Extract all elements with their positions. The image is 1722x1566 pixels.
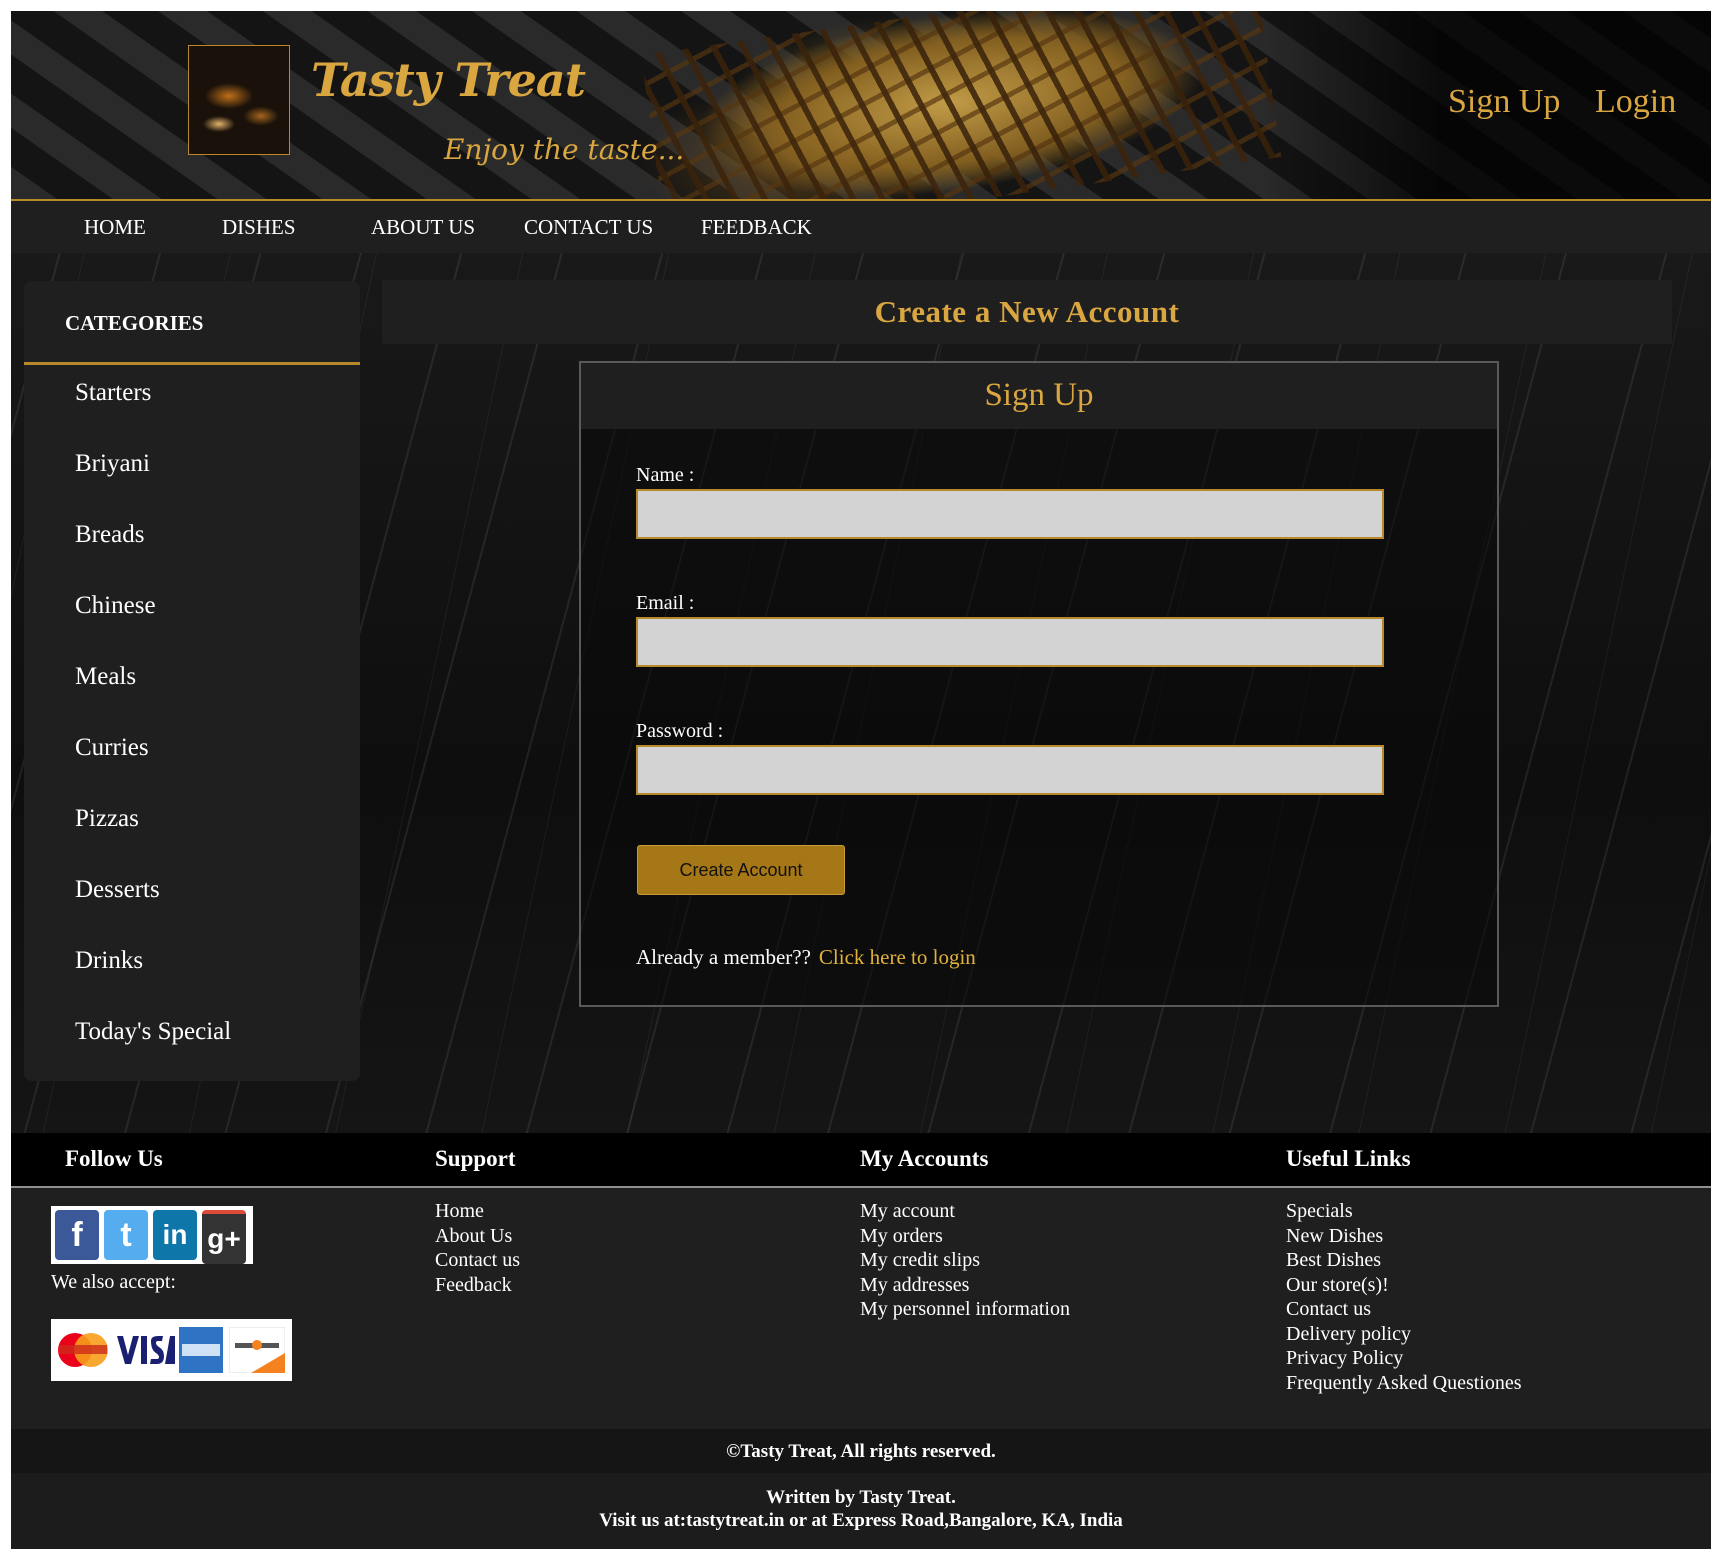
footer-link-my-personnel-information[interactable]: My personnel information — [860, 1297, 1070, 1322]
footer-link-my-orders[interactable]: My orders — [860, 1224, 1070, 1249]
useful-links-heading: Useful Links — [1286, 1146, 1411, 1171]
footer-link-contact-us-2[interactable]: Contact us — [1286, 1297, 1522, 1322]
footer-link-specials[interactable]: Specials — [1286, 1199, 1522, 1224]
main-area: CATEGORIES Starters Briyani Breads Chine… — [11, 253, 1711, 1133]
category-breads[interactable]: Breads — [75, 521, 144, 549]
name-label: Name : — [636, 464, 695, 486]
copyright-bar: ©Tasty Treat, All rights reserved. — [11, 1429, 1711, 1473]
nav-feedback[interactable]: FEEDBACK — [701, 215, 812, 240]
footer-link-home[interactable]: Home — [435, 1199, 520, 1224]
divider — [24, 362, 360, 365]
nav-about-us[interactable]: ABOUT US — [371, 215, 475, 240]
useful-links: Specials New Dishes Best Dishes Our stor… — [1286, 1199, 1522, 1395]
member-prompt: Already a member?? Click here to login — [636, 945, 976, 970]
follow-us-heading: Follow Us — [65, 1146, 163, 1171]
mastercard-icon — [58, 1333, 108, 1367]
tagline: Enjoy the taste... — [444, 133, 685, 166]
visa-icon — [117, 1336, 175, 1364]
logo-image[interactable] — [188, 45, 290, 155]
category-meals[interactable]: Meals — [75, 663, 136, 691]
create-account-button[interactable]: Create Account — [637, 845, 845, 895]
account-links: My account My orders My credit slips My … — [860, 1199, 1070, 1322]
password-label: Password : — [636, 720, 724, 742]
header-banner: Tasty Treat Enjoy the taste... Sign Up L… — [11, 11, 1711, 201]
nav-dishes[interactable]: DISHES — [222, 215, 296, 240]
category-drinks[interactable]: Drinks — [75, 947, 143, 975]
signup-form: Sign Up Name : Email : Password : Create… — [579, 361, 1499, 1007]
discover-icon — [229, 1327, 285, 1373]
support-heading: Support — [435, 1146, 516, 1171]
written-by-text: Written by Tasty Treat. — [766, 1487, 956, 1508]
visit-us-text: Visit us at:tastytreat.in or at Express … — [599, 1510, 1123, 1531]
footer-link-my-account[interactable]: My account — [860, 1199, 1070, 1224]
category-briyani[interactable]: Briyani — [75, 450, 150, 478]
bottom-info: Written by Tasty Treat. Visit us at:tast… — [11, 1473, 1711, 1549]
my-accounts-heading: My Accounts — [860, 1146, 989, 1171]
footer-link-delivery-policy[interactable]: Delivery policy — [1286, 1322, 1522, 1347]
category-todays-special[interactable]: Today's Special — [75, 1018, 231, 1046]
twitter-icon[interactable]: t — [104, 1210, 148, 1260]
we-accept-label: We also accept: — [51, 1271, 176, 1293]
footer-link-about-us[interactable]: About Us — [435, 1224, 520, 1249]
member-text: Already a member?? — [636, 945, 811, 969]
footer-link-privacy-policy[interactable]: Privacy Policy — [1286, 1346, 1522, 1371]
google-plus-icon[interactable]: g+ — [202, 1210, 246, 1264]
footer-link-my-credit-slips[interactable]: My credit slips — [860, 1248, 1070, 1273]
categories-heading: CATEGORIES — [65, 311, 204, 335]
login-here-link[interactable]: Click here to login — [819, 945, 976, 969]
footer-link-my-addresses[interactable]: My addresses — [860, 1273, 1070, 1298]
linkedin-icon[interactable]: in — [153, 1210, 197, 1260]
login-link[interactable]: Login — [1595, 83, 1676, 121]
category-curries[interactable]: Curries — [75, 734, 149, 762]
nav-home[interactable]: HOME — [84, 215, 146, 240]
amex-icon — [179, 1327, 223, 1373]
form-title: Sign Up — [984, 377, 1094, 413]
form-header: Sign Up — [581, 363, 1497, 429]
nav-contact-us[interactable]: CONTACT US — [524, 215, 653, 240]
category-desserts[interactable]: Desserts — [75, 876, 160, 904]
footer-link-feedback[interactable]: Feedback — [435, 1273, 520, 1298]
footer-link-faq[interactable]: Frequently Asked Questiones — [1286, 1371, 1522, 1396]
copyright-text: ©Tasty Treat, All rights reserved. — [726, 1441, 996, 1462]
email-label: Email : — [636, 592, 695, 614]
password-input[interactable] — [636, 745, 1384, 795]
footer-link-our-stores[interactable]: Our store(s)! — [1286, 1273, 1522, 1298]
categories-sidebar: CATEGORIES Starters Briyani Breads Chine… — [24, 281, 360, 1081]
social-icons: f t in g+ — [51, 1206, 253, 1264]
footer-headings: Follow Us Support My Accounts Useful Lin… — [11, 1133, 1711, 1187]
name-input[interactable] — [636, 489, 1384, 539]
category-starters[interactable]: Starters — [75, 379, 151, 407]
brand-title[interactable]: Tasty Treat — [311, 53, 586, 107]
signup-link[interactable]: Sign Up — [1448, 83, 1560, 121]
category-chinese[interactable]: Chinese — [75, 592, 156, 620]
main-nav: HOME DISHES ABOUT US CONTACT US FEEDBACK — [11, 203, 1711, 253]
category-pizzas[interactable]: Pizzas — [75, 805, 139, 833]
page-title: Create a New Account — [874, 294, 1180, 329]
footer-body: f t in g+ We also accept: Home About Us … — [11, 1188, 1711, 1428]
support-links: Home About Us Contact us Feedback — [435, 1199, 520, 1297]
page-title-bar: Create a New Account — [382, 280, 1672, 344]
facebook-icon[interactable]: f — [55, 1210, 99, 1260]
footer-link-best-dishes[interactable]: Best Dishes — [1286, 1248, 1522, 1273]
page-frame: Tasty Treat Enjoy the taste... Sign Up L… — [11, 11, 1711, 1549]
email-input[interactable] — [636, 617, 1384, 667]
footer-link-contact-us[interactable]: Contact us — [435, 1248, 520, 1273]
payment-cards — [51, 1319, 292, 1381]
footer-link-new-dishes[interactable]: New Dishes — [1286, 1224, 1522, 1249]
